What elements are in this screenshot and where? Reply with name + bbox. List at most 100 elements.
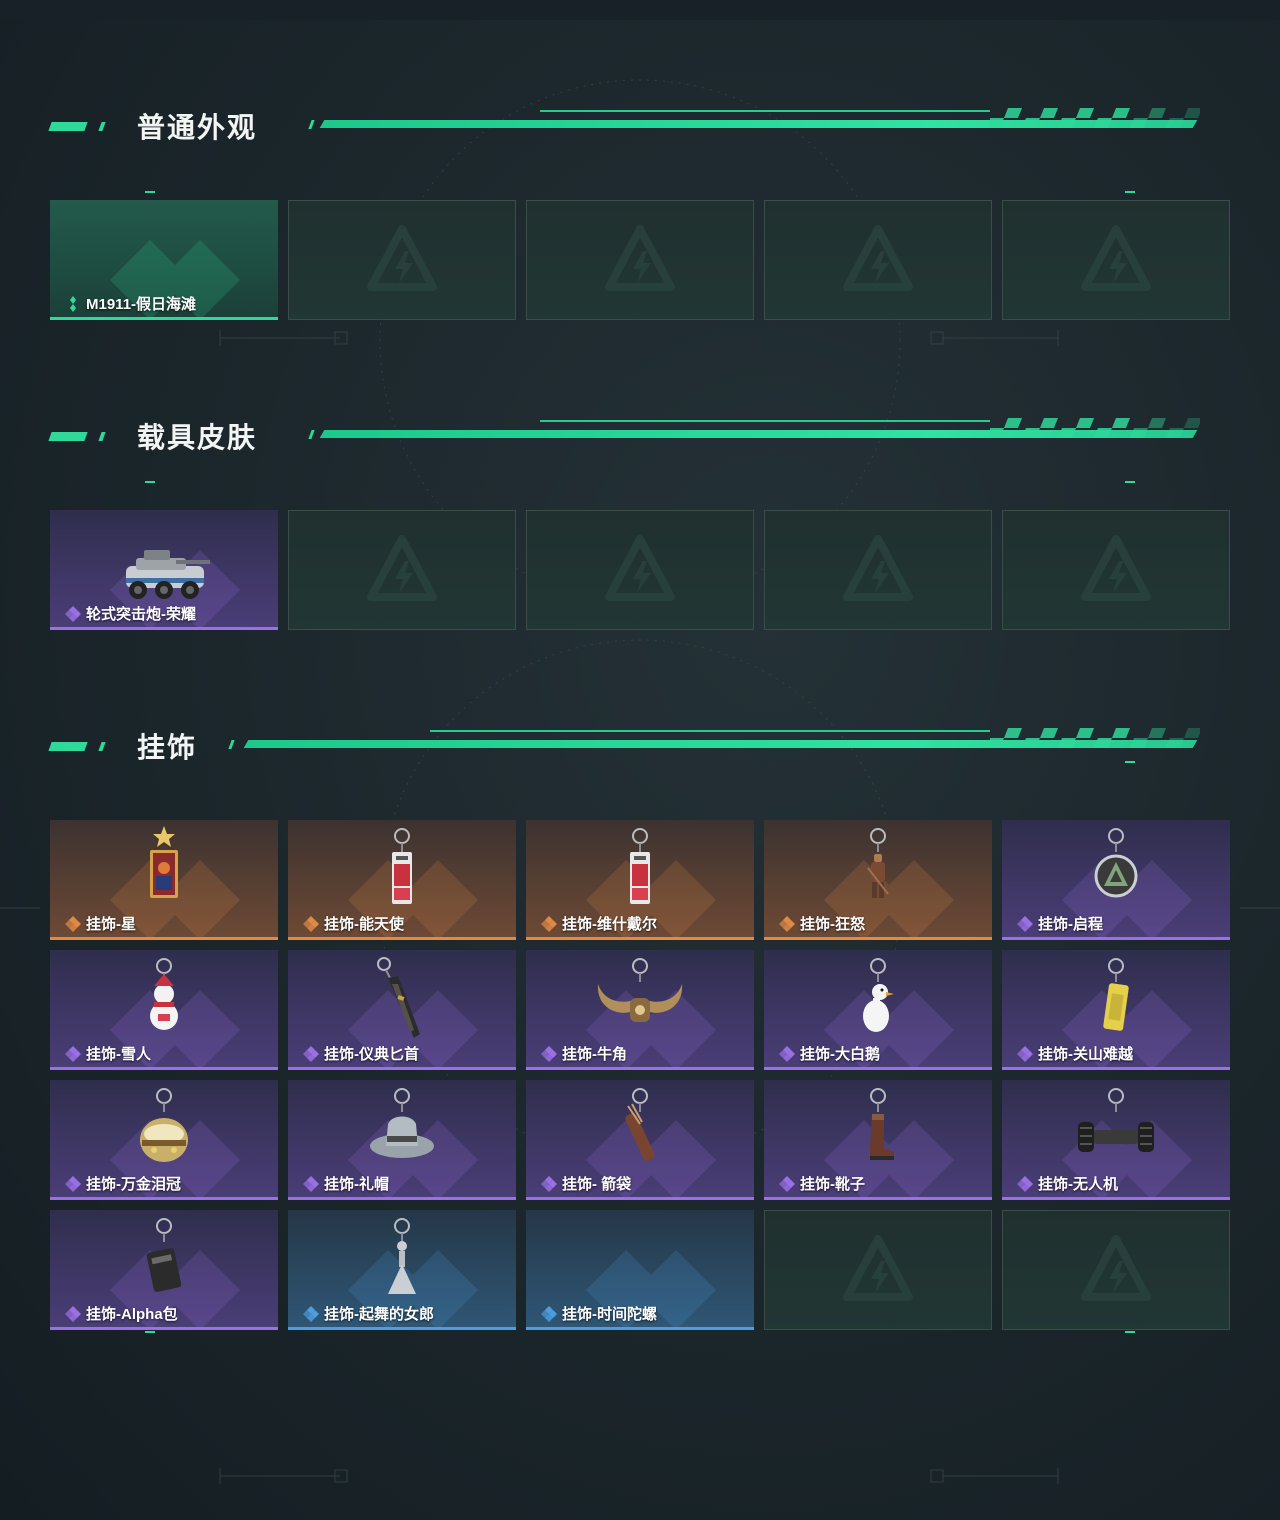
rarity-bar [50, 937, 278, 940]
rarity-purple-icon [541, 1175, 557, 1192]
empty-slot [1002, 1210, 1230, 1330]
header-accent-tick [98, 742, 106, 751]
item-label: 挂饰-能天使 [302, 913, 404, 934]
empty-slot [526, 200, 754, 320]
header-thin-line [540, 110, 990, 112]
boot-charm-icon [870, 1088, 894, 1160]
item-label: 挂饰-牛角 [540, 1043, 627, 1064]
item-card[interactable]: 轮式突击炮-荣耀 [50, 510, 278, 630]
item-label: 挂饰-靴子 [778, 1173, 865, 1194]
horns-charm-icon [597, 958, 683, 1022]
item-name: 轮式突击炮-荣耀 [86, 606, 196, 623]
item-name: 挂饰-起舞的女郎 [324, 1306, 434, 1323]
item-label: 挂饰-关山难越 [1016, 1043, 1133, 1064]
empty-slot [288, 200, 516, 320]
item-card[interactable]: 挂饰-仪典匕首 [288, 950, 516, 1070]
logo-watermark-icon [843, 1235, 913, 1301]
empty-slot [764, 510, 992, 630]
rarity-blue-icon [541, 1305, 557, 1322]
dagger-charm-icon [377, 957, 420, 1038]
item-label: 挂饰-启程 [1016, 913, 1103, 934]
rarity-bar [50, 317, 278, 320]
hat-charm-icon [370, 1088, 434, 1158]
item-card[interactable]: 挂饰-无人机 [1002, 1080, 1230, 1200]
checker-pattern [990, 418, 1200, 438]
item-label: 挂饰-无人机 [1016, 1173, 1118, 1194]
rarity-bar [288, 1197, 516, 1200]
item-card[interactable]: 挂饰-牛角 [526, 950, 754, 1070]
item-label: 挂饰-维什戴尔 [540, 913, 657, 934]
item-card[interactable]: 挂饰-狂怒 [764, 820, 992, 940]
item-card[interactable]: 挂饰-启程 [1002, 820, 1230, 940]
header-thin-line [430, 730, 990, 732]
item-card[interactable]: 挂饰-关山难越 [1002, 950, 1230, 1070]
item-label: 挂饰-大白鹅 [778, 1043, 880, 1064]
item-label: M1911-假日海滩 [64, 293, 196, 314]
item-card[interactable]: 挂饰-靴子 [764, 1080, 992, 1200]
item-card[interactable]: 挂饰-维什戴尔 [526, 820, 754, 940]
item-card[interactable]: 挂饰-起舞的女郎 [288, 1210, 516, 1330]
rarity-bar [288, 1067, 516, 1070]
section-header-vehicle: 载具皮肤 [0, 418, 1280, 458]
dancer-charm-icon [388, 1218, 416, 1294]
item-label: 挂饰-雪人 [64, 1043, 151, 1064]
section-header-charms: 挂饰 [0, 728, 1280, 768]
rarity-purple-icon [65, 1045, 81, 1062]
item-card[interactable]: 挂饰-星 [50, 820, 278, 940]
rarity-purple-icon [779, 1175, 795, 1192]
top-band [0, 0, 1280, 20]
item-card[interactable]: 挂饰-雪人 [50, 950, 278, 1070]
header-line-tick [308, 430, 315, 439]
header-accent-tick [98, 432, 106, 441]
item-name: 挂饰-大白鹅 [800, 1046, 880, 1063]
item-card[interactable]: 挂饰-礼帽 [288, 1080, 516, 1200]
header-thin-line [540, 420, 990, 422]
rarity-orange-icon [541, 915, 557, 932]
item-name: 挂饰-关山难越 [1038, 1046, 1133, 1063]
item-name: 挂饰-礼帽 [324, 1176, 389, 1193]
item-card[interactable]: 挂饰- 箭袋 [526, 1080, 754, 1200]
charms-grid: 挂饰-星 挂饰-能天使 挂饰-维什戴尔 挂饰-狂怒 挂饰-启程 挂饰-雪人 挂饰-仪典匕首挂… [50, 820, 1230, 1330]
rarity-bar [50, 1067, 278, 1070]
item-card[interactable]: M1911-假日海滩 [50, 200, 278, 320]
section-title: 挂饰 [137, 732, 198, 763]
rarity-bar [50, 627, 278, 630]
logo-watermark-icon [1081, 535, 1151, 601]
section-title: 普通外观 [137, 112, 258, 143]
rarity-purple-icon [541, 1045, 557, 1062]
header-line-tick [308, 120, 315, 129]
logo-watermark-icon [367, 225, 437, 291]
rarity-bar [50, 1197, 278, 1200]
item-name: 挂饰-狂怒 [800, 916, 865, 933]
normal-skins-grid: M1911-假日海滩 [50, 200, 1230, 320]
item-card[interactable]: 挂饰-Alpha包 [50, 1210, 278, 1330]
bag-charm-icon [146, 1218, 182, 1292]
item-card[interactable]: 挂饰-时间陀螺 [526, 1210, 754, 1330]
item-name: 挂饰-Alpha包 [86, 1306, 178, 1323]
item-label: 挂饰-万金泪冠 [64, 1173, 181, 1194]
rarity-bar [1002, 1067, 1230, 1070]
logo-watermark-icon [843, 535, 913, 601]
item-card[interactable]: 挂饰-大白鹅 [764, 950, 992, 1070]
item-name: 挂饰-牛角 [562, 1046, 627, 1063]
item-label: 挂饰-狂怒 [778, 913, 865, 934]
item-label: 挂饰- 箭袋 [540, 1173, 631, 1194]
rarity-bar [526, 1067, 754, 1070]
rarity-green-icon [70, 295, 76, 312]
empty-slot [764, 200, 992, 320]
item-label: 挂饰-仪典匕首 [302, 1043, 419, 1064]
logo-watermark-icon [605, 535, 675, 601]
vehicle-icon [126, 550, 210, 599]
snowman-charm-icon [150, 958, 178, 1030]
item-card[interactable]: 挂饰-万金泪冠 [50, 1080, 278, 1200]
rarity-blue-icon [303, 1305, 319, 1322]
tag-charm-icon [630, 828, 650, 904]
rarity-bar [1002, 1197, 1230, 1200]
empty-slot [764, 1210, 992, 1330]
item-name: 挂饰-星 [86, 916, 136, 933]
goose-charm-icon [863, 958, 894, 1032]
item-card[interactable]: 挂饰-能天使 [288, 820, 516, 940]
drone-charm-icon [1078, 1088, 1154, 1152]
rarity-purple-icon [65, 1175, 81, 1192]
vehicle-skins-grid: 轮式突击炮-荣耀 [50, 510, 1230, 630]
